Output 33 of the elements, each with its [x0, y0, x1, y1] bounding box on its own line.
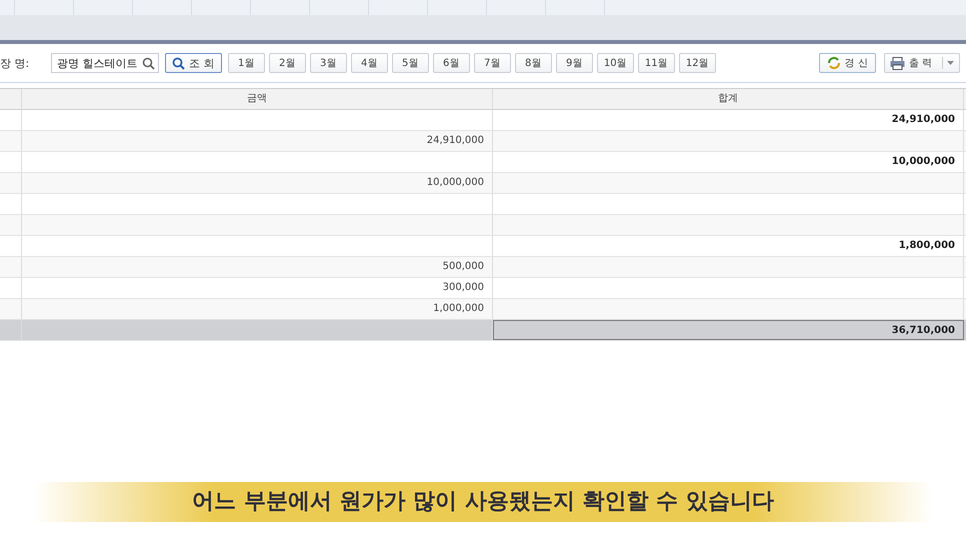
month-button[interactable]: 4월	[350, 53, 388, 73]
month-button[interactable]: 11월	[638, 53, 675, 73]
month-button[interactable]: 8월	[514, 53, 552, 73]
printer-icon	[890, 56, 905, 70]
amount-cell: 1,000,000	[22, 299, 493, 319]
month-button[interactable]: 6월	[432, 53, 470, 73]
total-cell: 24,910,000	[493, 110, 964, 130]
month-button[interactable]: 2월	[268, 53, 306, 73]
search-icon	[142, 56, 156, 70]
refresh-button[interactable]: 경 신	[818, 53, 876, 73]
amount-cell: 10,000,000	[22, 173, 493, 193]
site-label: 장 명:	[0, 56, 30, 70]
column-header: 합계	[493, 89, 964, 109]
column-header: 금액	[22, 89, 493, 109]
site-field[interactable]: 광명 힐스테이트	[51, 53, 160, 73]
search-button[interactable]: 조 회	[165, 53, 222, 73]
total-cell: 10,000,000	[493, 152, 964, 172]
print-button[interactable]: 출 력	[884, 53, 960, 73]
grand-total-cell: 36,710,000	[493, 320, 964, 340]
refresh-icon	[826, 56, 841, 70]
month-button[interactable]: 1월	[228, 53, 265, 73]
total-cell: 1,800,000	[493, 236, 964, 256]
search-icon	[172, 56, 186, 70]
amount-cell: 300,000	[22, 278, 493, 298]
month-button[interactable]: 5월	[392, 53, 429, 73]
month-button[interactable]: 12월	[678, 53, 716, 73]
month-button[interactable]: 9월	[556, 53, 593, 73]
amount-cell: 500,000	[22, 257, 493, 277]
caret-icon	[947, 61, 954, 65]
month-button[interactable]: 3월	[310, 53, 347, 73]
month-button[interactable]: 10월	[596, 53, 634, 73]
month-button[interactable]: 7월	[474, 53, 511, 73]
amount-cell: 24,910,000	[22, 131, 493, 151]
